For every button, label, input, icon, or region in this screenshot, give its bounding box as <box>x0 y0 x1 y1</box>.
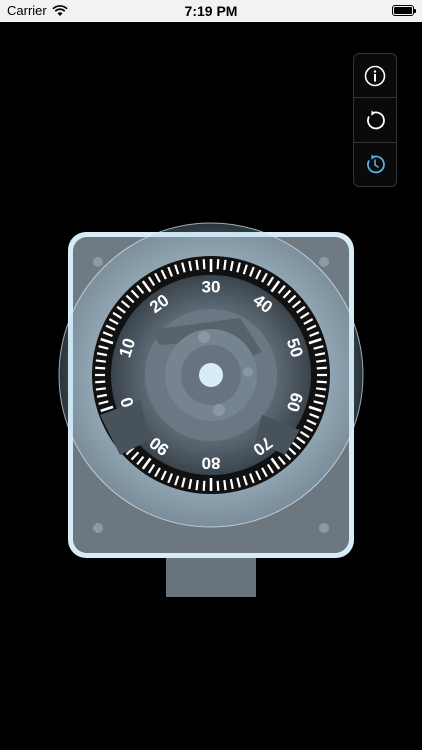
dial-tick <box>316 359 327 363</box>
dial-tick <box>202 259 206 270</box>
dial-tick <box>202 480 206 491</box>
dial-number: 30 <box>202 278 221 297</box>
dial-tick <box>95 380 106 384</box>
dial-tick <box>95 366 106 370</box>
dial-tick <box>95 387 106 391</box>
dial-tick <box>195 480 199 491</box>
dial-tick <box>316 387 327 391</box>
dial-tick <box>223 259 227 270</box>
dial-number: 80 <box>202 454 221 473</box>
dial-tick <box>316 380 327 384</box>
dial-tick <box>216 259 220 270</box>
dial-tick <box>216 480 220 491</box>
dial-tick <box>223 480 227 491</box>
dial-tick <box>316 366 327 370</box>
dial-tick <box>195 259 199 270</box>
safe-lock-view: 0102030405060708090 <box>58 222 364 597</box>
dial-tick <box>95 359 106 363</box>
dial-spindle[interactable] <box>199 363 223 387</box>
